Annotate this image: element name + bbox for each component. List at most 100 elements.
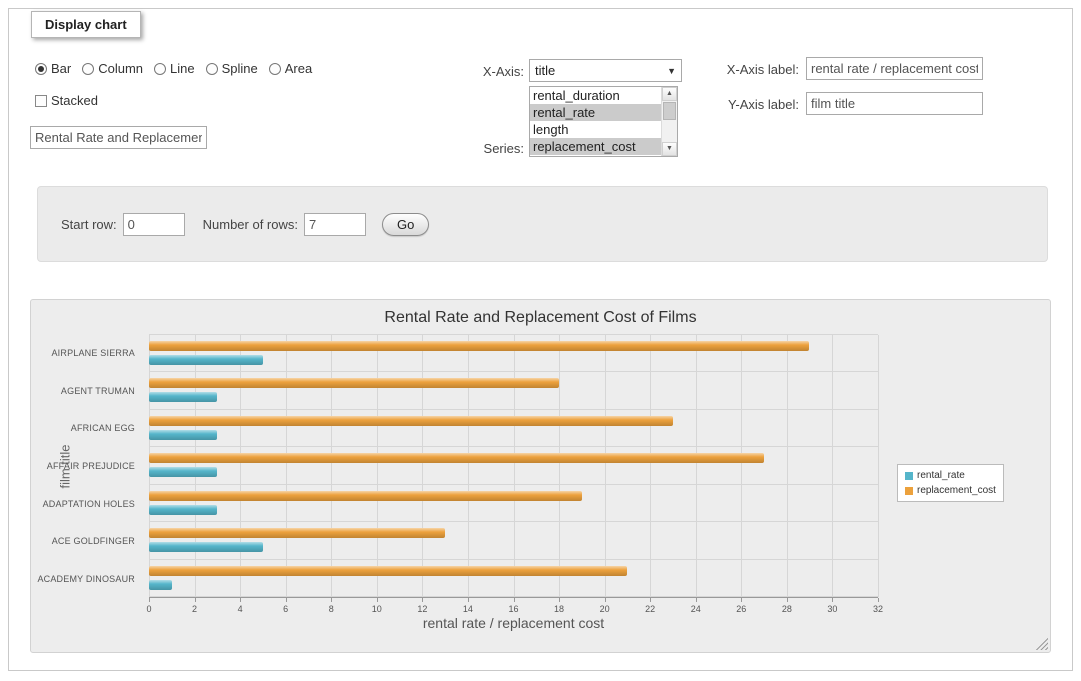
go-button[interactable]: Go <box>382 213 429 236</box>
num-rows-input[interactable] <box>304 213 366 236</box>
tick-mark <box>696 598 697 602</box>
bar-rental_rate[interactable] <box>149 542 263 552</box>
scroll-down-icon[interactable]: ▼ <box>662 142 677 156</box>
series-multiselect[interactable]: rental_duration rental_rate length repla… <box>529 86 678 157</box>
bar-replacement_cost[interactable] <box>149 416 673 426</box>
radio-spline-label: Spline <box>222 61 258 76</box>
category-band <box>149 447 878 484</box>
category-band <box>149 410 878 447</box>
tick-mark <box>650 598 651 602</box>
chart-title-input[interactable] <box>30 126 207 149</box>
x-tick-label: 14 <box>463 604 473 614</box>
tick-mark <box>741 598 742 602</box>
series-option-rental-duration[interactable]: rental_duration <box>530 87 661 104</box>
x-tick-label: 16 <box>508 604 518 614</box>
start-row-input[interactable] <box>123 213 185 236</box>
x-axis-title: rental rate / replacement cost <box>149 615 878 631</box>
category-label: ACADEMY DINOSAUR <box>37 574 135 584</box>
radio-area[interactable]: Area <box>269 61 312 76</box>
category-axis: AIRPLANE SIERRA AGENT TRUMAN AFRICAN EGG AF… <box>31 334 143 598</box>
category-label: AFRICAN EGG <box>71 423 135 433</box>
series-option-length[interactable]: length <box>530 121 661 138</box>
radio-bar[interactable]: Bar <box>35 61 71 76</box>
legend-swatch <box>905 487 913 495</box>
series-option-replacement-cost[interactable]: replacement_cost <box>530 138 661 155</box>
bar-replacement_cost[interactable] <box>149 341 809 351</box>
x-axis-label-input[interactable] <box>806 57 983 80</box>
series-option-rental-rate[interactable]: rental_rate <box>530 104 661 121</box>
gridline <box>878 335 879 597</box>
scrollbar[interactable]: ▲ ▼ <box>661 87 677 156</box>
category-label: AGENT TRUMAN <box>61 386 135 396</box>
tick-mark <box>377 598 378 602</box>
category-label: AIRPLANE SIERRA <box>51 348 135 358</box>
scrollbar-thumb[interactable] <box>663 102 676 120</box>
bar-rental_rate[interactable] <box>149 505 217 515</box>
bar-rental_rate[interactable] <box>149 355 263 365</box>
tick-mark <box>149 598 150 602</box>
bar-replacement_cost[interactable] <box>149 491 582 501</box>
radio-icon <box>269 63 281 75</box>
legend-item[interactable]: replacement_cost <box>905 485 996 496</box>
chart-legend: rental_rate replacement_cost <box>897 464 1004 502</box>
x-axis-select[interactable]: title ▼ <box>529 59 682 82</box>
category-label: AFFAIR PREJUDICE <box>47 461 135 471</box>
x-tick-label: 12 <box>417 604 427 614</box>
scroll-up-icon[interactable]: ▲ <box>662 87 677 101</box>
stacked-checkbox[interactable]: Stacked <box>35 93 98 108</box>
legend-swatch <box>905 472 913 480</box>
radio-spline[interactable]: Spline <box>206 61 258 76</box>
x-tick-label: 20 <box>600 604 610 614</box>
x-tick-label: 22 <box>645 604 655 614</box>
tick-mark <box>331 598 332 602</box>
category-label: ADAPTATION HOLES <box>43 499 135 509</box>
category-label: ACE GOLDFINGER <box>52 536 135 546</box>
bar-replacement_cost[interactable] <box>149 453 764 463</box>
x-tick-label: 28 <box>782 604 792 614</box>
x-tick-label: 24 <box>691 604 701 614</box>
bar-rental_rate[interactable] <box>149 467 217 477</box>
bar-replacement_cost[interactable] <box>149 378 559 388</box>
legend-item[interactable]: rental_rate <box>905 470 996 481</box>
x-tick-label: 30 <box>827 604 837 614</box>
x-axis-select-label: X-Axis: <box>429 64 524 79</box>
tick-mark <box>240 598 241 602</box>
display-chart-container: Display chart Bar Column Line Spline Are… <box>8 8 1073 671</box>
chart-panel: Rental Rate and Replacement Cost of Film… <box>30 299 1051 653</box>
bar-replacement_cost[interactable] <box>149 528 445 538</box>
tick-mark <box>832 598 833 602</box>
bar-replacement_cost[interactable] <box>149 566 627 576</box>
stacked-label: Stacked <box>51 93 98 108</box>
radio-line[interactable]: Line <box>154 61 195 76</box>
tick-mark <box>195 598 196 602</box>
tick-mark <box>787 598 788 602</box>
scrollbar-track[interactable] <box>662 101 677 142</box>
bar-rental_rate[interactable] <box>149 580 172 590</box>
category-band <box>149 560 878 597</box>
tick-mark <box>422 598 423 602</box>
panel-title: Display chart <box>31 11 141 38</box>
radio-icon <box>82 63 94 75</box>
x-tick-label: 2 <box>192 604 197 614</box>
bar-rental_rate[interactable] <box>149 392 217 402</box>
category-band <box>149 485 878 522</box>
tick-mark <box>514 598 515 602</box>
radio-line-label: Line <box>170 61 195 76</box>
num-rows-label: Number of rows: <box>203 217 298 232</box>
y-axis-label-input[interactable] <box>806 92 983 115</box>
resize-handle[interactable] <box>1036 638 1048 650</box>
start-row-label: Start row: <box>61 217 117 232</box>
category-band <box>149 522 878 559</box>
x-tick-label: 8 <box>329 604 334 614</box>
x-tick-label: 18 <box>554 604 564 614</box>
row-range-panel: Start row: Number of rows: Go <box>37 186 1048 262</box>
radio-icon <box>206 63 218 75</box>
tick-mark <box>605 598 606 602</box>
radio-column[interactable]: Column <box>82 61 143 76</box>
tick-mark <box>559 598 560 602</box>
legend-label: rental_rate <box>917 470 965 481</box>
x-tick-label: 4 <box>238 604 243 614</box>
bar-rental_rate[interactable] <box>149 430 217 440</box>
radio-column-label: Column <box>98 61 143 76</box>
radio-icon <box>35 63 47 75</box>
